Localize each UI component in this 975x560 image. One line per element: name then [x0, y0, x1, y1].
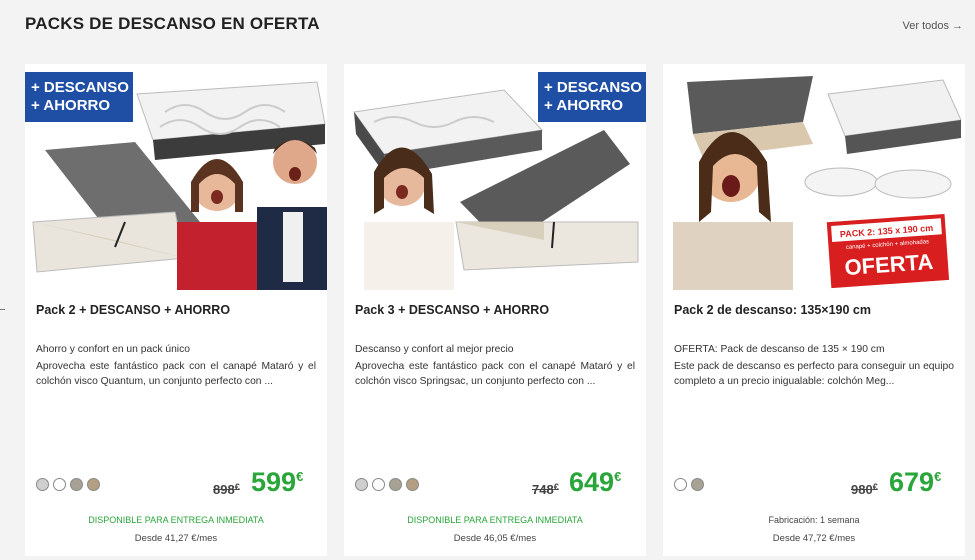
old-price: 898€: [213, 482, 240, 497]
old-price: 980€: [851, 482, 878, 497]
swatch-sand[interactable]: [87, 478, 100, 491]
monthly-price: Desde 41,27 €/mes: [134, 533, 218, 544]
woman-photo: [364, 147, 454, 290]
swatch-grey[interactable]: [355, 478, 368, 491]
pillows-illustration: [804, 167, 952, 199]
swatch-taupe[interactable]: [70, 478, 83, 491]
product-description: Aprovecha este fantástico pack con el ca…: [355, 361, 635, 387]
man-photo: [257, 140, 327, 290]
swatch-white[interactable]: [674, 478, 687, 491]
sale-price: 649€: [569, 467, 622, 497]
product-name[interactable]: Pack 3 + DESCANSO + AHORRO: [355, 303, 549, 317]
swatch-sand[interactable]: [406, 478, 419, 491]
swatch-grey[interactable]: [36, 478, 49, 491]
swatch-taupe[interactable]: [389, 478, 402, 491]
canape-illustration: [32, 142, 200, 273]
product-image[interactable]: + DESCANSO + AHORRO: [25, 72, 327, 290]
promo-badge: + DESCANSO + AHORRO: [538, 72, 646, 122]
swatch-white[interactable]: [53, 478, 66, 491]
see-all-link[interactable]: Ver todos →: [903, 20, 963, 32]
availability-label: Fabricación: 1 semana: [768, 515, 860, 525]
monthly-price: Desde 47,72 €/mes: [772, 533, 856, 544]
woman-photo: [673, 132, 793, 290]
arrow-right-icon: →: [952, 20, 963, 32]
product-card[interactable]: PACK 2: 135 x 190 cm canapé + colchón + …: [663, 64, 965, 556]
product-image[interactable]: + DESCANSO + AHORRO: [344, 72, 646, 290]
color-swatches: [36, 478, 100, 491]
availability-label: DISPONIBLE PARA ENTREGA INMEDIATA: [88, 515, 264, 525]
product-image[interactable]: PACK 2: 135 x 190 cm canapé + colchón + …: [663, 72, 965, 290]
carousel-prev-handle[interactable]: [0, 309, 5, 310]
product-description: Este pack de descanso es perfecto para c…: [674, 361, 954, 387]
old-price: 748€: [532, 482, 559, 497]
product-description: Aprovecha este fantástico pack con el ca…: [36, 361, 316, 387]
swatch-taupe[interactable]: [691, 478, 704, 491]
color-swatches: [674, 478, 704, 491]
product-subtitle: Ahorro y confort en un pack único: [36, 344, 190, 355]
product-card[interactable]: + DESCANSO + AHORRO Pack 3 + DESCANSO + A…: [344, 64, 646, 556]
section-header: PACKS DE DESCANSO EN OFERTA Ver todos →: [25, 14, 965, 38]
section-title: PACKS DE DESCANSO EN OFERTA: [25, 14, 320, 33]
product-card[interactable]: + DESCANSO + AHORRO Pack 2 + DESCANSO + A…: [25, 64, 327, 556]
promo-sign: PACK 2: 135 x 190 cm canapé + colchón + …: [826, 214, 950, 289]
product-subtitle: Descanso y confort al mejor precio: [355, 344, 514, 355]
monthly-price: Desde 46,05 €/mes: [453, 533, 537, 544]
product-name[interactable]: Pack 2 + DESCANSO + AHORRO: [36, 303, 230, 317]
sale-price: 679€: [889, 467, 942, 497]
see-all-label: Ver todos: [902, 20, 949, 32]
promo-badge: + DESCANSO + AHORRO: [25, 72, 133, 122]
swatch-white[interactable]: [372, 478, 385, 491]
mattress-illustration: [827, 79, 962, 154]
sale-price: 599€: [251, 467, 304, 497]
color-swatches: [355, 478, 419, 491]
woman-photo: [177, 159, 257, 290]
product-subtitle: OFERTA: Pack de descanso de 135 × 190 cm: [674, 344, 885, 355]
availability-label: DISPONIBLE PARA ENTREGA INMEDIATA: [407, 515, 583, 525]
product-name[interactable]: Pack 2 de descanso: 135×190 cm: [674, 303, 871, 317]
